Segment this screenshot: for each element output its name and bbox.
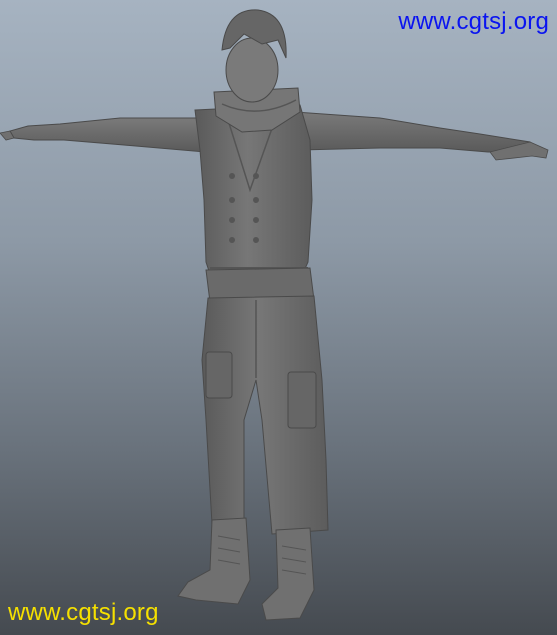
pants: [201, 295, 329, 535]
left-cargo-pocket: [205, 351, 233, 399]
left-boot: [177, 517, 251, 605]
head: [221, 9, 287, 103]
watermark-bottom: www.cgtsj.org: [8, 599, 159, 626]
character-model: [0, 9, 549, 621]
3d-viewport[interactable]: www.cgtsj.org www.cgtsj.org: [0, 0, 557, 635]
right-boot: [261, 527, 315, 621]
boots: [177, 517, 315, 621]
right-arm: [294, 111, 549, 161]
left-arm: [0, 117, 206, 153]
watermark-top: www.cgtsj.org: [398, 8, 549, 35]
right-cargo-pocket: [287, 371, 317, 429]
